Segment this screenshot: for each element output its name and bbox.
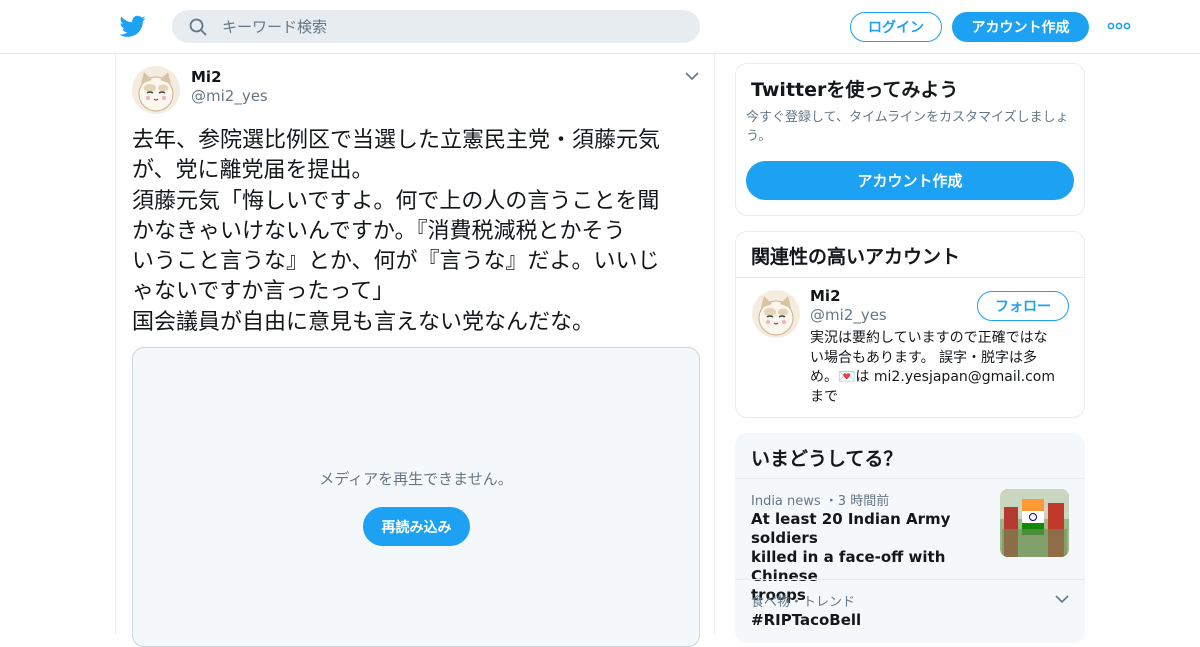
twitter-bird-icon[interactable]	[120, 13, 146, 39]
login-button[interactable]: ログイン	[850, 12, 942, 42]
related-accounts-card: 関連性の高いアカウント Mi2 @mi2_yes フォロー 実況は要約しています…	[735, 231, 1085, 418]
media-error-message: メディアを再生できません。	[319, 470, 513, 488]
more-dots-icon[interactable]	[1107, 19, 1131, 33]
trend-meta: India news ・3 時間前	[751, 494, 890, 509]
signup-card-subtitle: 今すぐ登録して、タイムラインをカスタマイズしましょ う。	[746, 110, 1069, 144]
signup-button[interactable]: アカウント作成	[952, 12, 1089, 42]
chevron-down-icon[interactable]	[1055, 594, 1069, 604]
divider	[736, 277, 1084, 278]
related-name[interactable]: Mi2	[810, 287, 841, 305]
tweet-column: Mi2 @mi2_yes 去年、参院選比例区で当選した立憲民主党・須藤元気 が、…	[115, 54, 715, 647]
signup-card-button[interactable]: アカウント作成	[746, 161, 1074, 200]
trend-item[interactable]: 食べ物・トレンド #RIPTacoBell	[735, 580, 1085, 640]
tweet-text: 去年、参院選比例区で当選した立憲民主党・須藤元気 が、党に離党届を提出。 須藤元…	[132, 128, 661, 335]
trend-item[interactable]: India news ・3 時間前 At least 20 Indian Arm…	[735, 479, 1085, 604]
author-avatar[interactable]	[132, 66, 180, 114]
reload-button[interactable]: 再読み込み	[363, 507, 470, 546]
cat-avatar-icon	[752, 290, 800, 338]
trend-meta: 食べ物・トレンド	[751, 595, 856, 610]
cat-avatar-icon	[132, 66, 180, 114]
search-icon	[189, 18, 207, 36]
chevron-down-icon[interactable]	[685, 71, 699, 81]
signup-card-title: Twitterを使ってみよう	[751, 79, 959, 101]
author-handle[interactable]: @mi2_yes	[191, 87, 268, 105]
search-input[interactable]	[222, 10, 682, 43]
top-navigation-bar: ログイン アカウント作成	[0, 0, 1200, 54]
trends-title: いまどうしてる？	[751, 448, 903, 470]
media-container: メディアを再生できません。 再読み込み	[132, 347, 700, 647]
signup-card: Twitterを使ってみよう 今すぐ登録して、タイムラインをカスタマイズしましょ…	[735, 63, 1085, 216]
related-avatar[interactable]	[752, 290, 800, 338]
author-name[interactable]: Mi2	[191, 68, 222, 86]
search-box[interactable]	[172, 10, 700, 43]
trend-title: #RIPTacoBell	[751, 611, 862, 629]
related-handle[interactable]: @mi2_yes	[810, 306, 887, 324]
trends-card: いまどうしてる？ India news ・3 時間前 At least 20 I…	[735, 433, 1085, 643]
trend-image	[1000, 489, 1069, 557]
related-bio: 実況は要約していますので正確ではな い場合もあります。 誤字・脱字は多 め。💌は…	[810, 330, 1055, 405]
follow-button[interactable]: フォロー	[977, 291, 1069, 321]
related-accounts-title: 関連性の高いアカウント	[751, 246, 961, 268]
